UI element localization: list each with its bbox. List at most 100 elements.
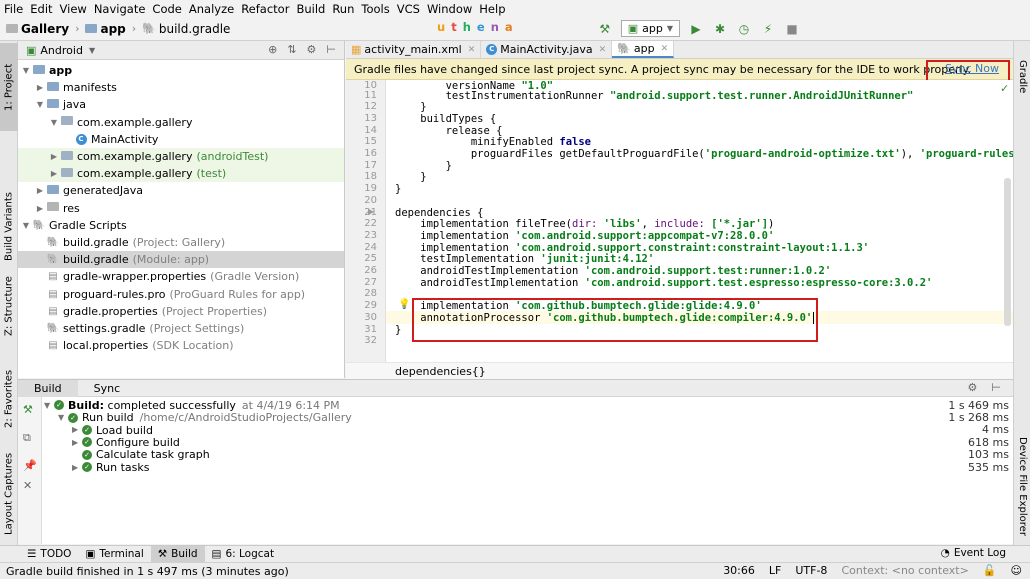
editor-breadcrumb[interactable]: dependencies{} [346, 362, 1013, 379]
collapse-icon[interactable]: ⇅ [287, 43, 296, 56]
android-icon: ▣ [26, 43, 37, 57]
build-row[interactable]: ▼ ✓ Build: completed successfully at 4/4/… [42, 399, 1013, 412]
gradle-tool-tab[interactable]: Gradle [1014, 55, 1030, 99]
menu-code[interactable]: Code [152, 2, 181, 16]
toggle-view-icon[interactable]: ⧉ [23, 431, 31, 445]
build-row[interactable]: ▶ ✓ Configure build 618 ms [42, 436, 1013, 449]
chevron-right-icon: ▶ [36, 186, 44, 196]
tool-tab-build[interactable]: ⚒ Build [150, 546, 205, 562]
menu-tools[interactable]: Tools [361, 2, 389, 16]
hammer-icon[interactable]: ⚒ [23, 403, 33, 416]
tree-item-local-properties[interactable]: ▤ local.properties (SDK Location) [18, 337, 344, 354]
hammer-icon: ⚒ [157, 548, 168, 560]
caret-position[interactable]: 30:66 [723, 564, 755, 577]
build-variants-tool-tab[interactable]: Build Variants [0, 177, 18, 277]
tree-item-settings-gradle[interactable]: 🐘 settings.gradle (Project Settings) [18, 320, 344, 337]
tree-item-proguard[interactable]: ▤ proguard-rules.pro (ProGuard Rules for … [18, 285, 344, 302]
success-icon: ✓ [82, 462, 92, 473]
line-separator[interactable]: LF [769, 564, 781, 577]
menu-file[interactable]: File [4, 2, 23, 16]
apply-changes-icon[interactable]: ⚡ [760, 21, 776, 37]
inspector-icon[interactable]: ☺ [1011, 564, 1022, 577]
hide-icon[interactable]: ⊢ [326, 43, 336, 56]
project-tool-tab[interactable]: 1: Project [0, 43, 18, 131]
tree-item-gradle-wrapper[interactable]: ▤ gradle-wrapper.properties (Gradle Versi… [18, 268, 344, 285]
run-config-select[interactable]: ▣ app ▼ [620, 20, 680, 37]
tree-item-build-gradle-module[interactable]: 🐘 build.gradle (Module: app) [18, 251, 344, 269]
logcat-icon: ▤ [211, 548, 222, 560]
folder-icon [47, 184, 59, 194]
package-icon [61, 150, 73, 160]
file-encoding[interactable]: UTF-8 [795, 564, 827, 577]
tree-item-package-androidtest[interactable]: ▶ com.example.gallery (androidTest) [18, 147, 344, 166]
menu-build[interactable]: Build [296, 2, 325, 16]
tree-item-package-test[interactable]: ▶ com.example.gallery (test) [18, 165, 344, 183]
menu-analyze[interactable]: Analyze [189, 2, 234, 16]
code-line-19: } [395, 183, 402, 195]
crumb-gallery[interactable]: Gallery [6, 22, 69, 36]
debug-icon[interactable]: ✱ [712, 21, 728, 37]
menu-edit[interactable]: Edit [30, 2, 52, 16]
tab-activity-main-xml[interactable]: ▦ activity_main.xml ✕ [346, 41, 482, 58]
tree-item-gradle-scripts[interactable]: ▼ 🐘 Gradle Scripts [18, 217, 344, 234]
tab-mainactivity-java[interactable]: C MainActivity.java ✕ [481, 41, 613, 58]
menu-refactor[interactable]: Refactor [241, 2, 289, 16]
device-file-explorer-tool-tab[interactable]: Device File Explorer [1014, 431, 1030, 541]
tool-tab-event-log[interactable]: ◔ Event Log [941, 547, 1006, 559]
list-icon: ☰ [27, 548, 37, 560]
tab-sync[interactable]: Sync [78, 380, 137, 397]
menu-run[interactable]: Run [332, 2, 354, 16]
stop-icon[interactable]: ■ [784, 21, 800, 37]
tree-item-generatedjava[interactable]: ▶ generatedJava [18, 182, 344, 199]
menu-navigate[interactable]: Navigate [94, 2, 146, 16]
menu-view[interactable]: View [60, 2, 87, 16]
tool-tab-logcat[interactable]: ▤ 6: Logcat [205, 546, 282, 562]
chevron-down-icon: ▼ [58, 413, 65, 423]
tool-tab-terminal[interactable]: ▣ Terminal [78, 546, 150, 562]
tab-app-build-gradle[interactable]: 🐘 app ✕ [612, 41, 675, 58]
locate-icon[interactable]: ⊕ [268, 43, 277, 56]
tree-item-java[interactable]: ▼ java [18, 96, 344, 113]
build-row[interactable]: ▶ ✓ Run tasks 535 ms [42, 461, 1013, 474]
build-row[interactable]: ▶ ✓ Load build 4 ms [42, 423, 1013, 436]
lock-icon[interactable]: 🔓 [983, 564, 997, 577]
profile-icon[interactable]: ◷ [736, 21, 752, 37]
tab-build[interactable]: Build [18, 379, 78, 397]
close-icon[interactable]: ✕ [23, 479, 32, 492]
status-message[interactable]: Gradle build finished in 1 s 497 ms (3 m… [6, 565, 289, 578]
close-icon[interactable]: ✕ [661, 44, 669, 54]
xml-file-icon: ▦ [351, 43, 362, 56]
favorites-tool-tab[interactable]: 2: Favorites [0, 361, 18, 437]
gear-icon[interactable]: ⚙ [968, 381, 978, 394]
gradle-icon: 🐘 [46, 322, 60, 334]
hammer-icon[interactable]: ⚒ [597, 21, 613, 37]
tree-item-res[interactable]: ▶ res [18, 200, 344, 217]
tree-item-build-gradle-project[interactable]: 🐘 build.gradle (Project: Gallery) [18, 234, 344, 251]
chevron-down-icon[interactable]: ▼ [89, 46, 95, 55]
run-icon[interactable]: ▶ [688, 21, 704, 37]
tree-item-mainactivity[interactable]: C MainActivity [18, 131, 344, 148]
hide-icon[interactable]: ⊢ [991, 381, 1001, 394]
tree-item-gradle-properties[interactable]: ▤ gradle.properties (Project Properties) [18, 303, 344, 320]
build-row[interactable]: ▼ ✓ Run build /home/c/AndroidStudioProjec… [42, 411, 1013, 424]
tree-item-manifests[interactable]: ▶ manifests [18, 79, 344, 96]
layout-captures-tool-tab[interactable]: Layout Captures [0, 446, 18, 541]
menu-vcs[interactable]: VCS [397, 2, 420, 16]
crumb-build-gradle[interactable]: 🐘 build.gradle [142, 22, 230, 36]
build-row[interactable]: ✓ Calculate task graph 103 ms [42, 448, 1013, 461]
gear-icon[interactable]: ⚙ [307, 43, 317, 56]
close-icon[interactable]: ✕ [599, 45, 607, 55]
tree-item-app[interactable]: ▼ app [18, 62, 344, 79]
chevron-right-icon: ▶ [50, 169, 58, 179]
crumb-app[interactable]: app [85, 22, 126, 36]
editor-scrollbar[interactable] [1004, 178, 1011, 326]
tree-item-package[interactable]: ▼ com.example.gallery [18, 114, 344, 131]
structure-tool-tab[interactable]: Z: Structure [0, 271, 18, 341]
pin-icon[interactable]: 📌 [23, 459, 37, 472]
close-icon[interactable]: ✕ [468, 45, 476, 55]
properties-icon: ▤ [48, 271, 58, 283]
project-view-select[interactable]: Android [40, 44, 83, 57]
chevron-down-icon: ▼ [666, 24, 673, 33]
run-gutter-icon[interactable]: ▶ [368, 207, 374, 216]
tool-tab-todo[interactable]: ☰ TODO [20, 546, 78, 562]
